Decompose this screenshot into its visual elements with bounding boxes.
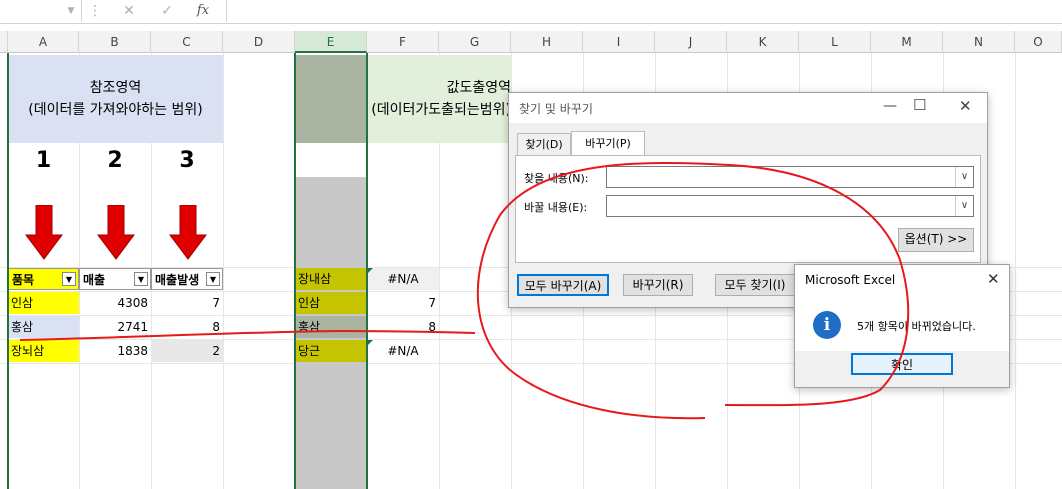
step-number-2: 2 <box>107 148 123 173</box>
selection-border-left <box>294 53 296 489</box>
tab-find[interactable]: 찾기(D) <box>517 133 571 155</box>
column-header-o[interactable]: O <box>1015 31 1062 53</box>
reference-area-subtitle: (데이터를 가져와야하는 범위) <box>28 102 203 118</box>
name-box[interactable]: ▼ <box>0 0 82 22</box>
filter-dropdown-icon[interactable]: ▼ <box>134 272 148 286</box>
arrow-down-icon <box>169 205 207 260</box>
table-header-label: 품목 <box>12 273 35 287</box>
cancel-icon[interactable]: ✕ <box>118 0 140 22</box>
column-header-f[interactable]: F <box>367 31 439 53</box>
find-what-input[interactable]: ∨ <box>606 166 974 188</box>
table-cell-count[interactable]: 8 <box>151 316 223 338</box>
chevron-down-icon[interactable]: ∨ <box>955 196 973 216</box>
column-header-d[interactable]: D <box>223 31 295 53</box>
column-header-g[interactable]: G <box>439 31 511 53</box>
info-icon: i <box>813 311 841 339</box>
table-cell-item[interactable]: 인삼 <box>8 292 79 314</box>
copy-range-border <box>7 53 9 489</box>
step-number-1: 1 <box>35 148 52 173</box>
column-header-a[interactable]: A <box>8 31 79 53</box>
ok-button[interactable]: 확인 <box>851 353 953 375</box>
output-cell-value[interactable]: 8 <box>367 316 439 338</box>
table-cell-sales[interactable]: 2741 <box>79 316 151 338</box>
message-box-title: Microsoft Excel <box>805 273 896 287</box>
selection-border-right <box>366 53 368 489</box>
replace-button[interactable]: 바꾸기(R) <box>623 274 693 296</box>
find-all-button[interactable]: 모두 찾기(I) <box>715 274 795 296</box>
table-cell-sales[interactable]: 4308 <box>79 292 151 314</box>
column-header-n[interactable]: N <box>943 31 1015 53</box>
filter-dropdown-icon[interactable]: ▼ <box>206 272 220 286</box>
close-icon[interactable]: ✕ <box>987 270 1000 288</box>
arrow-down-icon <box>25 205 63 260</box>
minimize-icon[interactable]: — <box>883 98 897 114</box>
reference-area-title: 참조영역 <box>89 80 142 96</box>
insert-function-icon[interactable]: fx <box>190 0 216 22</box>
tab-replace[interactable]: 바꾸기(P) <box>571 131 645 156</box>
tab-panel-replace: 찾을 내용(N): ∨ 바꿀 내용(E): ∨ 옵션(T) >> <box>515 155 981 263</box>
message-box: Microsoft Excel ✕ i 5개 항목이 바뀌었습니다. 확인 <box>794 264 1010 388</box>
select-all-corner[interactable] <box>0 31 8 53</box>
output-cell-item[interactable]: 홍삼 <box>295 316 367 338</box>
column-header-i[interactable]: I <box>583 31 655 53</box>
table-header-label: 매출발생 <box>155 273 200 287</box>
formula-bar: ▼ ⋮ ✕ ✓ fx <box>0 0 1062 24</box>
column-header-e[interactable]: E <box>295 31 367 53</box>
arrow-down-icon <box>97 205 135 260</box>
output-cell-value[interactable]: #N/A <box>367 268 439 290</box>
close-icon[interactable]: ✕ <box>959 97 972 115</box>
replace-with-label: 바꿀 내용(E): <box>524 201 588 214</box>
column-header-h[interactable]: H <box>511 31 583 53</box>
column-header-l[interactable]: L <box>799 31 871 53</box>
column-header-c[interactable]: C <box>151 31 223 53</box>
column-header-j[interactable]: J <box>655 31 727 53</box>
replace-all-button[interactable]: 모두 바꾸기(A) <box>517 274 609 296</box>
replace-with-input[interactable]: ∨ <box>606 195 974 217</box>
output-cell-value[interactable]: #N/A <box>367 340 439 362</box>
message-box-titlebar: Microsoft Excel ✕ <box>795 265 1009 295</box>
table-cell-item[interactable]: 홍삼 <box>8 316 79 338</box>
column-header-b[interactable]: B <box>79 31 151 53</box>
step-number-3: 3 <box>179 148 195 173</box>
options-button[interactable]: 옵션(T) >> <box>898 228 974 252</box>
message-box-body: i 5개 항목이 바뀌었습니다. <box>795 295 1009 351</box>
more-options-icon: ⋮ <box>88 3 102 19</box>
table-cell-sales[interactable]: 1838 <box>79 340 151 362</box>
column-header-k[interactable]: K <box>727 31 799 53</box>
output-area-title: 값도출영역 <box>446 80 511 96</box>
message-text: 5개 항목이 바뀌었습니다. <box>857 320 976 333</box>
dialog-title: 찾기 및 바꾸기 <box>519 102 593 116</box>
table-header-label: 매출 <box>83 273 106 287</box>
chevron-down-icon[interactable]: ▼ <box>64 0 78 22</box>
table-cell-count[interactable]: 7 <box>151 292 223 314</box>
enter-icon[interactable]: ✓ <box>156 0 178 22</box>
find-what-label: 찾을 내용(N): <box>524 172 589 185</box>
chevron-down-icon[interactable]: ∨ <box>955 167 973 187</box>
output-cell-value[interactable]: 7 <box>367 292 439 314</box>
formula-input[interactable] <box>226 0 1062 22</box>
dialog-titlebar: 찾기 및 바꾸기 — ☐ ✕ <box>509 93 987 123</box>
output-cell-item[interactable]: 장내삼 <box>295 268 367 290</box>
filter-dropdown-icon[interactable]: ▼ <box>62 272 76 286</box>
table-cell-item[interactable]: 장뇌삼 <box>8 340 79 362</box>
column-header-row: A B C D E F G H I J K L M N O <box>0 31 1062 53</box>
maximize-icon[interactable]: ☐ <box>913 96 926 114</box>
output-cell-item[interactable]: 당근 <box>295 340 367 362</box>
reference-area-block: 참조영역 (데이터를 가져와야하는 범위) <box>8 55 223 143</box>
table-cell-count[interactable]: 2 <box>151 340 223 362</box>
column-header-m[interactable]: M <box>871 31 943 53</box>
output-area-subtitle: (데이터가도출되는범위) <box>371 102 511 118</box>
output-cell-item[interactable]: 인삼 <box>295 292 367 314</box>
